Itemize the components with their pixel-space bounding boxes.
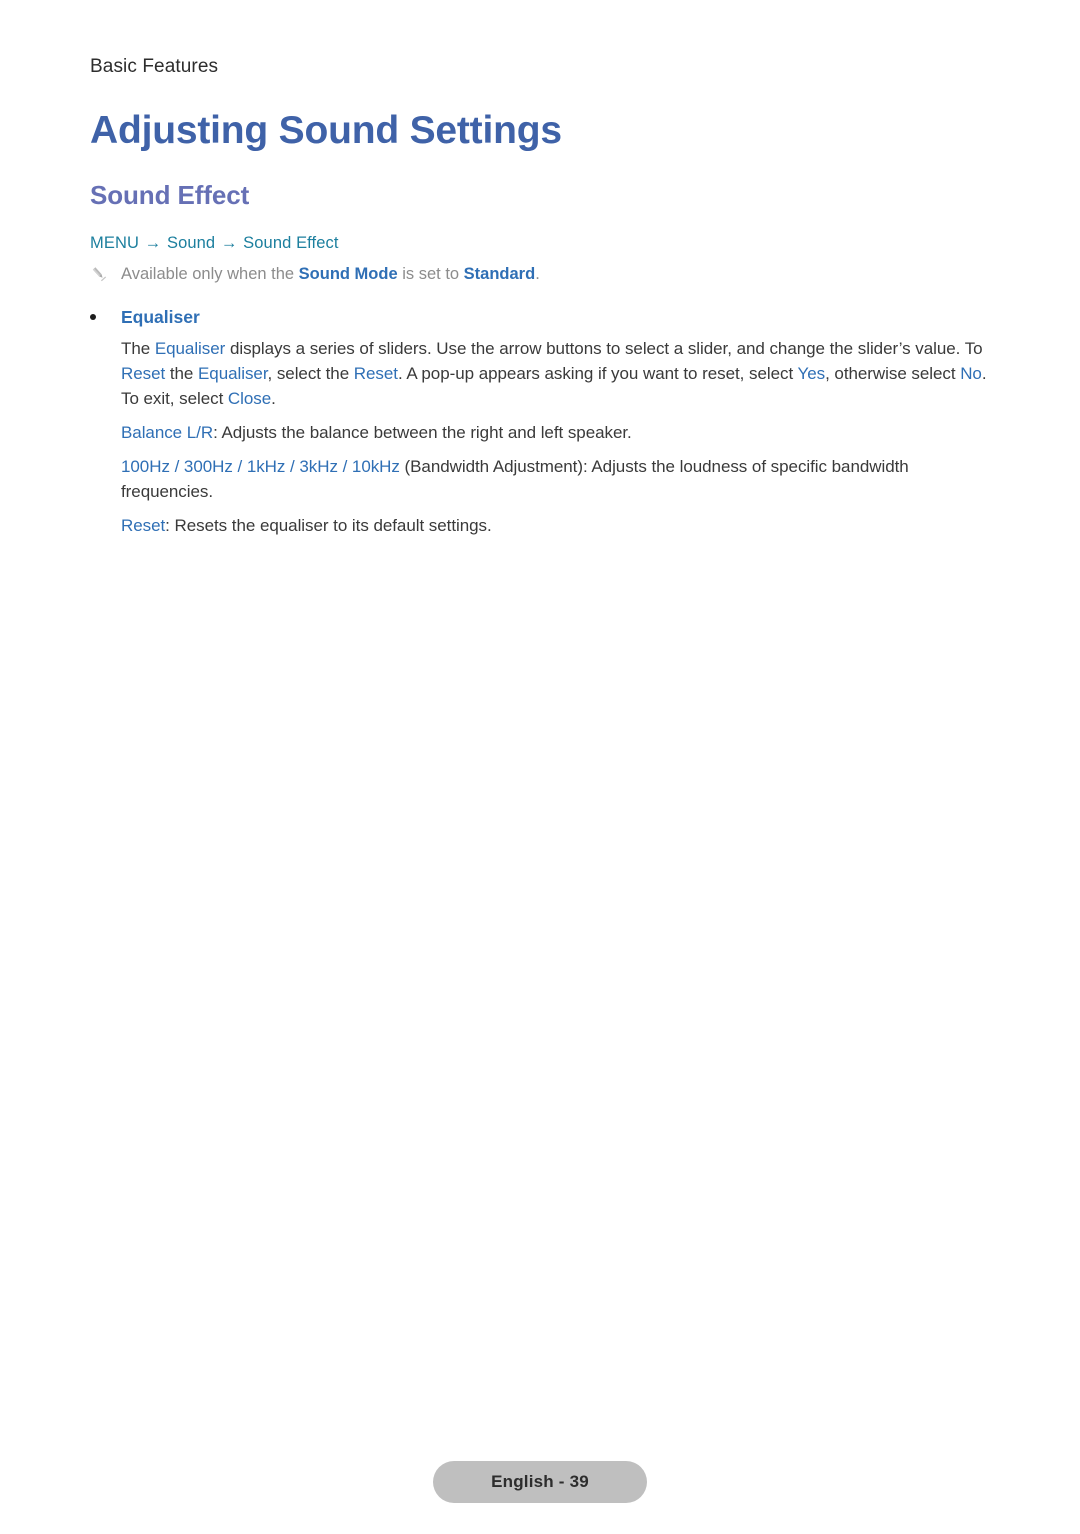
highlighted-term: Reset	[121, 364, 166, 384]
highlighted-term: Reset	[353, 364, 398, 384]
menu-path-breadcrumb: MENU → Sound → Sound Effect	[90, 232, 990, 254]
page-number-badge: English - 39	[433, 1461, 647, 1503]
bullet-dot-icon	[90, 306, 121, 320]
equaliser-description: The Equaliser displays a series of slide…	[121, 337, 990, 412]
bandwidth-description: 100Hz / 300Hz / 1kHz / 3kHz / 10kHz (Ban…	[121, 455, 990, 505]
document-page: Basic Features Adjusting Sound Settings …	[0, 0, 1080, 1534]
highlighted-term: Equaliser	[198, 364, 268, 384]
running-header: Basic Features	[90, 56, 219, 77]
note-text: Available only when the Sound Mode is se…	[121, 263, 540, 286]
page-title: Adjusting Sound Settings	[90, 108, 562, 152]
note-text-part2: is set to	[397, 264, 464, 283]
note-term-sound-mode: Sound Mode	[298, 264, 398, 283]
note-text-part1: Available only when the	[121, 264, 299, 283]
list-item-equaliser: Equaliser	[90, 306, 990, 330]
body-text-run: , select the	[267, 364, 354, 384]
body-text-run: . A pop-up appears asking if you want to…	[397, 364, 798, 384]
highlighted-term: Balance L/R	[121, 423, 214, 443]
list-item-label: Equaliser	[121, 306, 200, 327]
page-footer: English - 39	[0, 1461, 1080, 1503]
balance-description: Balance L/R: Adjusts the balance between…	[121, 421, 990, 446]
highlighted-term: No	[960, 364, 982, 384]
body-text-run: : Resets the equaliser to its default se…	[165, 516, 492, 536]
highlighted-term: Close	[227, 389, 272, 409]
highlighted-term: Reset	[121, 516, 166, 536]
highlighted-term: 100Hz / 300Hz / 1kHz / 3kHz / 10kHz	[121, 457, 400, 477]
section-heading: Sound Effect	[90, 179, 250, 210]
menu-path-level3: Sound Effect	[243, 234, 339, 253]
body-text-run: , otherwise select	[825, 364, 961, 384]
note-callout: Available only when the Sound Mode is se…	[90, 263, 990, 286]
note-text-part3: .	[535, 264, 540, 283]
note-term-standard: Standard	[463, 264, 536, 283]
body-text-run: the	[165, 364, 199, 384]
menu-path-level2: Sound	[166, 234, 216, 253]
highlighted-term: Yes	[797, 364, 826, 384]
highlighted-term: Equaliser	[154, 339, 226, 359]
body-text-run: .	[271, 389, 276, 409]
arrow-right-icon: →	[144, 234, 162, 253]
arrow-right-icon-2: →	[220, 234, 238, 253]
menu-path-root: MENU	[90, 234, 139, 253]
equaliser-body-text: The Equaliser displays a series of slide…	[121, 337, 990, 539]
body-text-run: displays a series of sliders. Use the ar…	[225, 339, 983, 359]
body-text-run: The	[121, 339, 155, 359]
pencil-icon	[90, 263, 112, 283]
body-text-run: : Adjusts the balance between the right …	[213, 423, 632, 443]
reset-description: Reset: Resets the equaliser to its defau…	[121, 514, 990, 539]
